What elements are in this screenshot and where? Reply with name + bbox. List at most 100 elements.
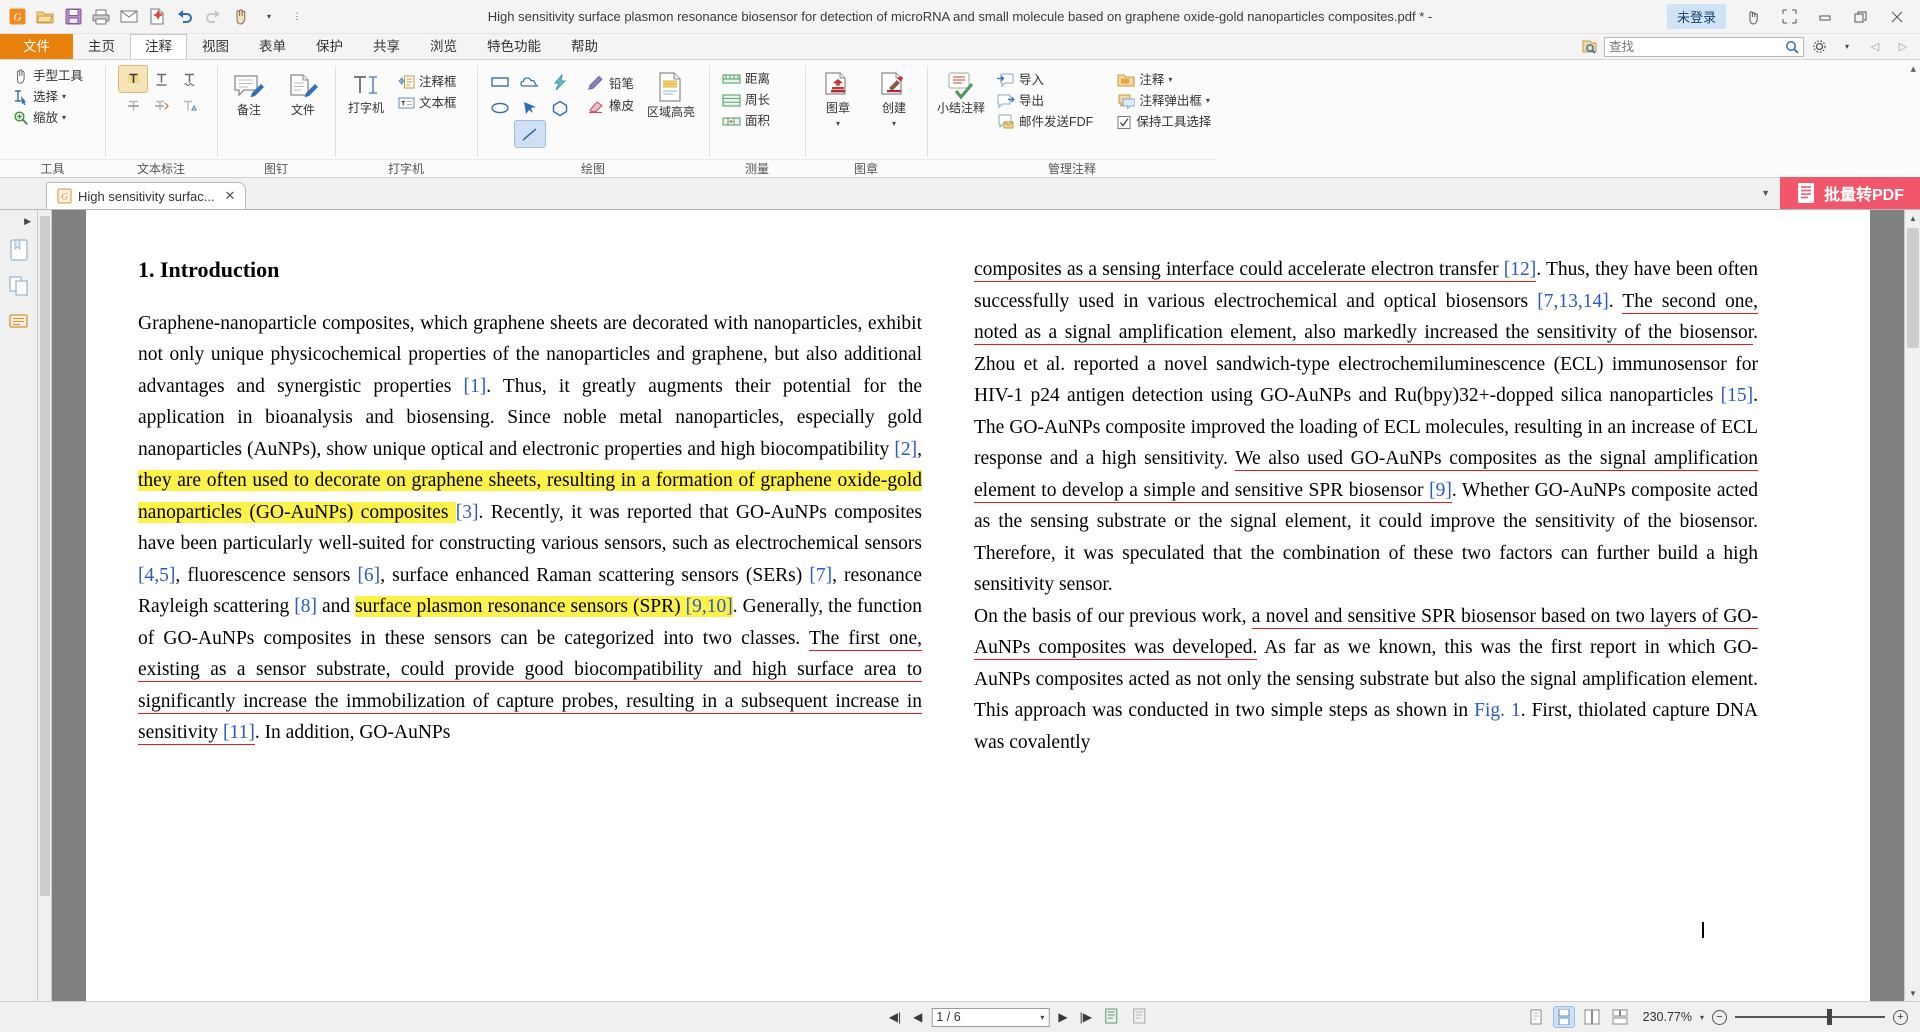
bookmarks-panel-icon[interactable] [6,237,32,263]
tab-protect[interactable]: 保护 [301,34,358,59]
comments-folder-button[interactable]: 注释 ▾ [1112,70,1216,90]
eraser-tool-button[interactable]: 橡皮 [581,95,639,116]
zoom-in-icon[interactable]: + [1893,1009,1908,1025]
continuous-page-icon[interactable] [1552,1006,1575,1028]
zoom-out-icon[interactable]: − [1712,1009,1727,1025]
zoom-slider[interactable] [1735,1009,1885,1025]
touch-mode-icon[interactable] [1736,4,1770,30]
stamp-button[interactable]: 图章 ▾ [813,68,863,135]
note-pin-button[interactable]: 备注 [225,70,273,120]
fullscreen-icon[interactable] [1772,4,1806,30]
tab-form[interactable]: 表单 [244,34,301,59]
prev-page-icon[interactable]: ◀ [910,1010,925,1024]
fit-page-icon[interactable] [1101,1008,1123,1027]
expand-panel-icon[interactable]: ▶ [24,216,37,227]
settings-gear-icon[interactable] [1806,34,1832,60]
squiggly-text-button[interactable] [175,66,203,92]
zoom-dropdown-icon[interactable]: ▾ [1700,1013,1704,1022]
save-icon[interactable] [60,4,86,30]
select-tool-button[interactable]: 选择 ▾ [8,87,88,107]
tab-features[interactable]: 特色功能 [472,34,556,59]
close-icon[interactable] [1880,4,1914,30]
chevron-down-icon[interactable]: ▾ [1168,72,1172,88]
find-document-icon[interactable] [1576,34,1602,60]
tab-share[interactable]: 共享 [358,34,415,59]
highlight-text-button[interactable] [118,65,148,93]
search-input[interactable] [1609,39,1781,54]
zoom-slider-track[interactable] [1735,1009,1885,1025]
continuous-facing-icon[interactable] [1610,1007,1630,1027]
document-tab[interactable]: G High sensitivity surfac... ✕ [46,182,247,209]
import-comments-button[interactable]: 导入 [991,70,1098,90]
file-pin-button[interactable]: 文件 [279,70,327,120]
comments-panel-icon[interactable] [6,309,32,335]
keep-tool-selected-checkbox[interactable]: 保持工具选择 [1112,112,1216,132]
panel-scroll-thumb[interactable] [40,216,50,896]
login-status-chip[interactable]: 未登录 [1666,4,1726,29]
redo-icon[interactable] [200,4,226,30]
summarize-comments-button[interactable]: 小结注释 [935,68,987,117]
checkbox-icon[interactable] [1117,115,1132,130]
panel-scrollbar[interactable] [38,210,52,1001]
tab-browse[interactable]: 浏览 [415,34,472,59]
zoom-slider-handle[interactable] [1827,1009,1832,1025]
page-scrollbar[interactable]: ▲ ▼ [1904,210,1920,1001]
batch-convert-pdf-button[interactable]: 批量转PDF [1779,177,1920,209]
tab-view[interactable]: 视图 [187,34,244,59]
area-button[interactable]: 面积 [717,111,775,131]
search-icon[interactable] [1785,40,1799,54]
typewriter-button[interactable]: 打字机 [343,70,389,117]
ellipse-tool-button[interactable] [485,95,515,121]
tab-comment[interactable]: 注释 [130,34,187,59]
last-page-icon[interactable]: |▶ [1077,1010,1095,1024]
minimize-icon[interactable] [1808,4,1842,30]
line-tool-button[interactable] [514,120,546,148]
mail-fdf-button[interactable]: 邮件发送FDF [991,112,1098,132]
chevron-down-icon[interactable]: ▾ [62,89,66,105]
polyline-tool-button[interactable] [545,69,575,95]
comment-popup-button[interactable]: 注释弹出框 ▾ [1112,91,1216,111]
tab-file[interactable]: 文件 [0,34,73,59]
next-page-icon[interactable]: ▶ [1055,1010,1070,1024]
hand-tool-icon[interactable] [228,4,254,30]
tab-help[interactable]: 帮助 [556,34,613,59]
chevron-down-icon[interactable]: ▾ [1040,1013,1044,1022]
app-logo-icon[interactable]: G [4,4,30,30]
snapshot-icon[interactable] [1129,1008,1151,1027]
first-page-icon[interactable]: ◀| [886,1010,904,1024]
chevron-down-icon[interactable]: ▾ [836,116,840,132]
rectangle-tool-button[interactable] [485,69,515,95]
tab-list-dropdown-icon[interactable]: ▼ [1751,177,1780,209]
qat-dropdown-icon[interactable]: ▾ [256,4,282,30]
create-stamp-button[interactable]: 创建 ▾ [869,68,919,135]
callout-box-button[interactable]: 注释框 [393,72,462,92]
export-comments-button[interactable]: 导出 [991,91,1098,111]
distance-button[interactable]: 距离 [717,69,775,89]
text-box-button[interactable]: 文本框 [393,93,462,113]
page-number-field[interactable]: 1 / 6 ▾ [931,1007,1050,1027]
tab-home[interactable]: 主页 [73,34,130,59]
open-folder-icon[interactable] [32,4,58,30]
insert-text-button[interactable] [175,92,203,118]
next-panel-icon[interactable]: ▷ [1890,34,1916,60]
arrow-tool-button[interactable] [515,95,545,121]
replace-text-button[interactable] [147,92,175,118]
new-doc-icon[interactable] [144,4,170,30]
chevron-down-icon[interactable]: ▾ [62,110,66,126]
cloud-tool-button[interactable] [515,69,545,95]
scroll-down-icon[interactable]: ▼ [1905,985,1920,1001]
perimeter-button[interactable]: 周长 [717,90,775,110]
print-icon[interactable] [88,4,114,30]
strikeout-text-button[interactable] [119,92,147,118]
thumbnails-panel-icon[interactable] [6,273,32,299]
underline-text-button[interactable] [147,66,175,92]
restore-icon[interactable] [1844,4,1878,30]
close-icon[interactable]: ✕ [225,188,236,204]
scroll-up-icon[interactable]: ▲ [1905,210,1920,226]
page-scroll-thumb[interactable] [1907,228,1919,348]
prev-panel-icon[interactable]: ◁ [1862,34,1888,60]
pencil-tool-button[interactable]: 铅笔 [581,73,639,94]
area-highlight-button[interactable]: 区域高亮 [645,69,697,121]
settings-dropdown-icon[interactable]: ▾ [1834,34,1860,60]
qat-more-icon[interactable]: ⋮ [284,4,310,30]
